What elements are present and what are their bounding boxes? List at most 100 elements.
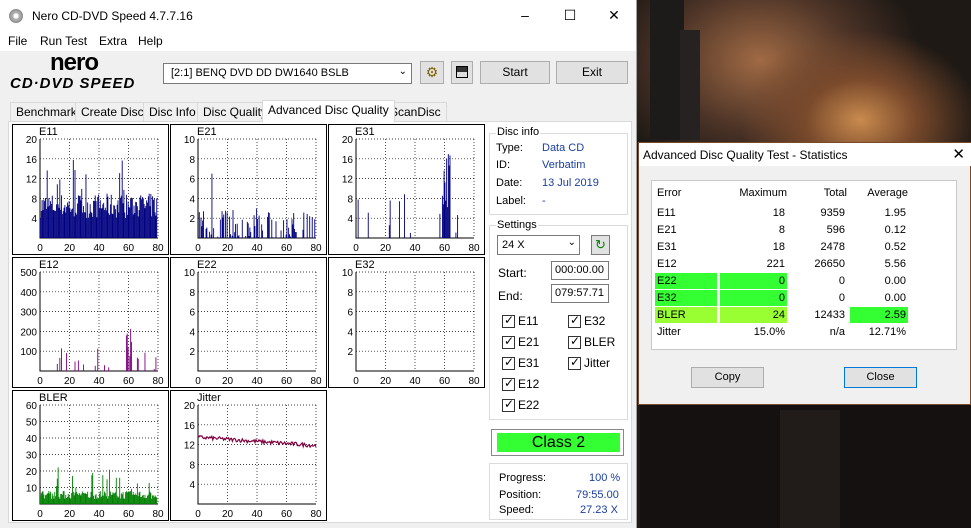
statistics-header-error: Error (657, 187, 682, 199)
bar (124, 212, 126, 238)
bar (213, 228, 215, 238)
x-tick-label: 20 (380, 376, 392, 387)
bar (99, 491, 101, 504)
disc-type-value: Data CD (542, 142, 585, 154)
close-icon[interactable]: ✕ (952, 145, 965, 163)
tab-create-disc[interactable]: Create Disc (75, 102, 150, 122)
bar (89, 497, 91, 504)
checkbox-e11[interactable] (502, 313, 515, 328)
checkbox-jitter[interactable] (568, 355, 581, 370)
x-tick-label: 40 (251, 243, 263, 254)
bar (254, 226, 256, 238)
bar (59, 179, 61, 238)
bar (131, 198, 133, 238)
start-field[interactable]: 000:00.00 (551, 261, 609, 280)
checkbox-e21-label: E21 (518, 335, 540, 349)
app-disc-icon (9, 9, 23, 23)
bar (51, 195, 53, 238)
drive-info-button[interactable]: ⚙ (420, 61, 444, 84)
checkbox-e32[interactable] (568, 313, 581, 328)
statistics-cell-e11-avg: 1.95 (884, 207, 906, 219)
maximize-icon[interactable]: ☐ (547, 0, 593, 31)
x-tick-label: 0 (195, 376, 201, 387)
y-tick-label: 10 (184, 268, 196, 279)
title-bar[interactable]: Nero CD-DVD Speed 4.7.7.16 – ☐ ✕ (0, 0, 636, 31)
start-button[interactable]: Start (480, 61, 550, 84)
checkbox-e12[interactable] (502, 376, 515, 391)
statistics-title-bar[interactable]: Advanced Disc Quality Test - Statistics … (639, 143, 971, 166)
bar (107, 196, 109, 238)
bar (272, 237, 274, 238)
bar (132, 491, 134, 504)
tab-benchmark[interactable]: Benchmark (10, 102, 83, 122)
menu-extra[interactable]: Extra (99, 34, 127, 48)
bar (202, 220, 204, 238)
bar (144, 352, 146, 371)
checkbox-e31-label: E31 (518, 356, 540, 370)
checkbox-e22[interactable] (502, 397, 515, 412)
checkbox-e31[interactable] (502, 355, 515, 370)
bar (85, 174, 87, 238)
bar (135, 493, 137, 504)
bar (113, 493, 115, 504)
chart-e31: E31 0 20 40 60 80 4 8 12 16 20 (328, 124, 485, 255)
bar (111, 494, 113, 504)
chart-e12: E12 0 20 40 60 80 100 200 300 400 500 (12, 257, 169, 388)
bar (72, 208, 73, 238)
close-icon[interactable]: ✕ (591, 0, 637, 31)
bar (261, 224, 263, 238)
bar (69, 497, 71, 504)
bar (141, 199, 143, 238)
refresh-speed-button[interactable]: ↻ (591, 235, 610, 255)
bar (156, 198, 158, 238)
drive-select[interactable]: [2:1] BENQ DVD DD DW1640 BSLB ⌄ (163, 63, 412, 84)
x-tick-label: 20 (64, 509, 76, 520)
x-tick-label: 80 (152, 243, 164, 254)
speed-select[interactable]: 24 X ⌄ (497, 235, 580, 255)
bar (72, 491, 74, 504)
bar (129, 207, 131, 238)
checkbox-e21[interactable] (502, 334, 515, 349)
tab-disc-info[interactable]: Disc Info (143, 102, 202, 122)
bar (148, 193, 150, 238)
bar (247, 223, 249, 238)
bar (211, 173, 213, 238)
exit-button[interactable]: Exit (556, 61, 628, 84)
bar (94, 195, 96, 238)
bar (66, 353, 68, 371)
bar (49, 205, 51, 238)
bar (153, 198, 155, 238)
end-field[interactable]: 079:57.71 (551, 284, 609, 303)
save-button[interactable] (451, 61, 473, 84)
bar (66, 202, 68, 238)
close-button[interactable]: Close (844, 367, 917, 388)
copy-button[interactable]: Copy (691, 367, 764, 388)
bar (103, 495, 105, 504)
checkbox-e22-label: E22 (518, 398, 540, 412)
bar (66, 497, 68, 504)
checkbox-bler[interactable] (568, 334, 581, 349)
y-tick-label: 8 (31, 194, 37, 205)
x-tick-label: 20 (222, 376, 234, 387)
bar (136, 202, 137, 238)
y-tick-label: 40 (26, 434, 38, 445)
menu-file[interactable]: File (8, 34, 27, 48)
menu-help[interactable]: Help (138, 34, 163, 48)
x-tick-label: 40 (251, 509, 263, 520)
progress-value: 100 % (589, 472, 621, 484)
menu-run-test[interactable]: Run Test (40, 34, 87, 48)
bar (152, 196, 153, 238)
bar (136, 483, 138, 504)
bar (92, 216, 94, 238)
bar (80, 495, 82, 504)
y-tick-label: 10 (26, 484, 38, 495)
minimize-icon[interactable]: – (502, 0, 548, 31)
statistics-title: Advanced Disc Quality Test - Statistics (643, 148, 848, 162)
checkbox-bler-label: BLER (584, 335, 616, 349)
tab-advanced-disc-quality[interactable]: Advanced Disc Quality (262, 100, 395, 122)
bar (75, 487, 77, 504)
bar (40, 493, 42, 504)
bar (447, 154, 449, 238)
bar (253, 215, 255, 238)
bar (207, 237, 209, 238)
